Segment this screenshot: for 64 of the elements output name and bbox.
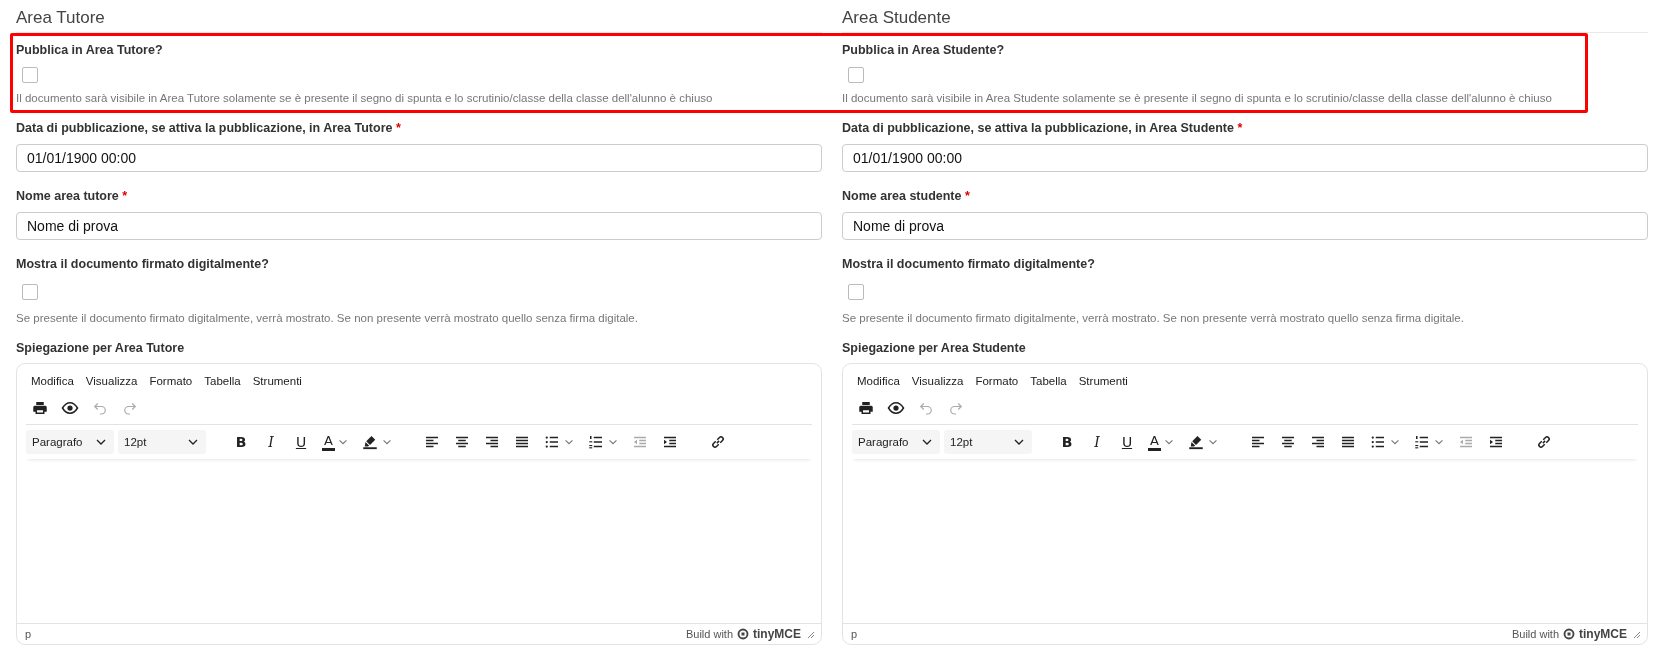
checkbox[interactable] [848,67,864,83]
brand-name: tinyMCE [1579,627,1627,641]
help-text: Se presente il documento firmato digitalmente, verrà mostrato. Se non presente verrà mostrato quello senza firma digitale. [16,312,639,324]
help-text: Il documento sarà visibile in Area Tutore solamente se è presente il segno di spunta e lo scrutinio/classe della classe dell'alunno è chiuso [16,92,714,104]
brand-logo-icon [1563,628,1575,640]
dropdown-select[interactable]: Paragrafo [26,430,114,454]
menu-item[interactable]: Formato [143,372,199,390]
dropdown-select[interactable]: 12pt [118,430,206,454]
dropdown-select[interactable]: 12pt [944,430,1032,454]
brand-logo-icon [737,628,749,640]
field-label: Spiegazione per Area Studente [842,341,1027,355]
field-label: Mostra il documento firmato digitalmente? [842,257,1096,271]
text-input-field[interactable]: Nome di prova [16,212,822,240]
text-input-field[interactable]: 01/01/1900 00:00 [16,144,822,172]
checkbox[interactable] [22,67,38,83]
field-label: Pubblica in Area Tutore? [16,43,164,57]
menu-item[interactable]: Strumenti [246,372,308,390]
checkbox[interactable] [848,284,864,300]
numbered-list-icon [1412,433,1431,451]
menu-item[interactable]: Tabella [198,372,247,390]
brand-name: tinyMCE [753,627,801,641]
eye-icon [887,399,905,417]
text-color-button[interactable]: A [318,430,353,454]
dropdown-select[interactable]: Paragrafo [852,430,940,454]
section-heading: Area Studente [842,0,1648,33]
field-label: Mostra il documento firmato digitalmente? [16,257,270,271]
italic-button[interactable]: I [258,430,284,454]
italic-button[interactable]: I [1084,430,1110,454]
branding-text: Build with [1511,628,1559,640]
menu-item[interactable]: Tabella [1024,372,1073,390]
checkbox[interactable] [22,284,38,300]
field-label: Nome area studente * [842,189,971,203]
text-color-button[interactable]: A [1144,430,1179,454]
text-input-field[interactable]: 01/01/1900 00:00 [842,144,1648,172]
highlighter-icon [360,433,379,451]
highlighter-icon [1186,433,1205,451]
menu-item[interactable]: Modifica [25,372,80,390]
bold-button[interactable]: B [228,430,254,454]
field-label: Nome area tutore * [16,189,129,203]
element-path[interactable]: p [851,628,858,640]
printer-icon [857,399,875,417]
help-text: Il documento sarà visibile in Area Studente solamente se è presente il segno di spunta e lo scrutinio/classe della classe dell'alunno è chiuso [842,92,1553,104]
menu-item[interactable]: Visualizza [79,372,144,390]
text-input-field[interactable]: Nome di prova [842,212,1648,240]
menu-item[interactable]: Visualizza [905,372,970,390]
help-text: Se presente il documento firmato digitalmente, verrà mostrato. Se non presente verrà mostrato quello senza firma digitale. [842,312,1465,324]
field-label: Data di pubblicazione, se attiva la pubblicazione, in Area Studente * [842,121,1244,135]
underline-button[interactable]: U [288,430,314,454]
resize-handle-icon [1631,629,1641,639]
section-heading: Area Tutore [16,0,822,33]
bold-button[interactable]: B [1054,430,1080,454]
eye-icon [61,399,79,417]
field-label: Spiegazione per Area Tutore [16,341,186,355]
printer-icon [31,399,49,417]
menu-item[interactable]: Formato [969,372,1025,390]
resize-handle-icon [805,629,815,639]
underline-button[interactable]: U [1114,430,1140,454]
branding-text: Build with [685,628,733,640]
field-label: Pubblica in Area Studente? [842,43,1006,57]
element-path[interactable]: p [25,628,32,640]
numbered-list-icon [586,433,605,451]
field-label: Data di pubblicazione, se attiva la pubblicazione, in Area Tutore * [16,121,402,135]
menu-item[interactable]: Modifica [851,372,906,390]
menu-item[interactable]: Strumenti [1072,372,1134,390]
